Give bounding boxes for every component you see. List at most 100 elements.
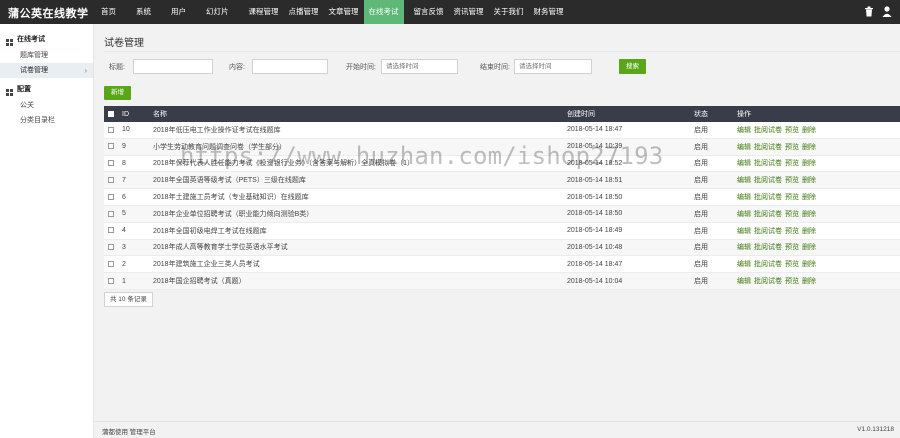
- nav-users[interactable]: 用户: [166, 0, 191, 24]
- row-ops: 编辑 批阅试卷 预览 删除: [737, 209, 897, 219]
- edit-link[interactable]: 编辑: [737, 261, 751, 268]
- version-label: V1.0.131218: [857, 426, 894, 433]
- edit-link[interactable]: 编辑: [737, 244, 751, 251]
- preview-link[interactable]: 预览: [785, 244, 799, 251]
- sidebar-item-public[interactable]: 公关: [0, 98, 93, 113]
- start-time-input[interactable]: [381, 59, 458, 74]
- checkbox-icon: [108, 160, 114, 167]
- row-checkbox[interactable]: [104, 176, 122, 184]
- grade-exam-link[interactable]: 批阅试卷: [754, 194, 782, 201]
- preview-link[interactable]: 预览: [785, 194, 799, 201]
- sidebar-item-label: 公关: [20, 102, 34, 109]
- grade-exam-link[interactable]: 批阅试卷: [754, 278, 782, 285]
- nav-vod[interactable]: 点播管理: [284, 0, 324, 24]
- preview-link[interactable]: 预览: [785, 144, 799, 151]
- edit-link[interactable]: 编辑: [737, 127, 751, 134]
- grade-exam-link[interactable]: 批阅试卷: [754, 244, 782, 251]
- edit-link[interactable]: 编辑: [737, 211, 751, 218]
- title-filter-input[interactable]: [133, 59, 213, 74]
- row-name: 2018年全国英语等级考试（PETS）三级在线题库: [153, 177, 306, 185]
- row-checkbox[interactable]: [104, 193, 122, 201]
- row-checkbox[interactable]: [104, 260, 122, 268]
- table-row: 8 2018年保荐代表人胜任能力考试《投资银行业务》（含答案与解析）全真模拟卷（1…: [104, 155, 900, 173]
- row-status: 启用: [694, 227, 708, 235]
- sidebar-group-label: 在线考试: [17, 36, 45, 43]
- delete-link[interactable]: 删除: [802, 261, 816, 268]
- grade-exam-link[interactable]: 批阅试卷: [754, 127, 782, 134]
- grade-exam-link[interactable]: 批阅试卷: [754, 177, 782, 184]
- delete-link[interactable]: 删除: [802, 177, 816, 184]
- delete-link[interactable]: 删除: [802, 244, 816, 251]
- preview-link[interactable]: 预览: [785, 261, 799, 268]
- preview-link[interactable]: 预览: [785, 228, 799, 235]
- content-filter-input[interactable]: [252, 59, 328, 74]
- checkbox-icon: [108, 143, 114, 150]
- row-status: 启用: [694, 126, 708, 134]
- edit-link[interactable]: 编辑: [737, 160, 751, 167]
- nav-articles[interactable]: 文章管理: [324, 0, 364, 24]
- preview-link[interactable]: 预览: [785, 211, 799, 218]
- delete-link[interactable]: 删除: [802, 160, 816, 167]
- preview-link[interactable]: 预览: [785, 127, 799, 134]
- trash-icon[interactable]: [864, 6, 874, 17]
- edit-link[interactable]: 编辑: [737, 194, 751, 201]
- row-created: 2018-05-14 18:47: [567, 260, 623, 268]
- end-time-input[interactable]: [514, 59, 592, 74]
- title-filter-label: 标题:: [109, 64, 125, 71]
- nav-system[interactable]: 系统: [131, 0, 156, 24]
- delete-link[interactable]: 删除: [802, 211, 816, 218]
- delete-link[interactable]: 删除: [802, 278, 816, 285]
- grade-exam-link[interactable]: 批阅试卷: [754, 160, 782, 167]
- sidebar-item-categories[interactable]: 分类目录栏: [0, 113, 93, 128]
- row-checkbox[interactable]: [104, 160, 122, 167]
- row-ops: 编辑 批阅试卷 预览 删除: [737, 226, 897, 236]
- nav-courses[interactable]: 课程管理: [244, 0, 284, 24]
- delete-link[interactable]: 删除: [802, 127, 816, 134]
- grade-exam-link[interactable]: 批阅试卷: [754, 144, 782, 151]
- nav-about[interactable]: 关于我们: [489, 0, 529, 24]
- row-checkbox[interactable]: [104, 244, 122, 251]
- row-checkbox[interactable]: [104, 210, 122, 217]
- delete-link[interactable]: 删除: [802, 194, 816, 201]
- sidebar-group-online-exam[interactable]: 在线考试: [0, 32, 93, 48]
- nav-news[interactable]: 资讯管理: [449, 0, 489, 24]
- nav-feedback[interactable]: 留言反馈: [409, 0, 449, 24]
- row-checkbox[interactable]: [104, 143, 122, 150]
- nav-home[interactable]: 首页: [96, 0, 121, 24]
- row-id: 9: [122, 143, 126, 151]
- top-navbar: 蒲公英在线教学 首页 系统 用户 幻灯片 课程管理 点播管理 文章管理 在线考试…: [0, 0, 900, 24]
- select-all-checkbox[interactable]: [104, 110, 122, 118]
- row-checkbox[interactable]: [104, 277, 122, 285]
- grade-exam-link[interactable]: 批阅试卷: [754, 261, 782, 268]
- header-status: 状态: [694, 111, 708, 118]
- grade-exam-link[interactable]: 批阅试卷: [754, 228, 782, 235]
- row-checkbox[interactable]: [104, 126, 122, 133]
- divider: [104, 51, 900, 52]
- checkbox-icon: [108, 277, 114, 284]
- row-name: 2018年企业单位招聘考试（职业能力倾向测验B类）: [153, 210, 314, 218]
- edit-link[interactable]: 编辑: [737, 144, 751, 151]
- edit-link[interactable]: 编辑: [737, 228, 751, 235]
- sidebar-group-config[interactable]: 配置: [0, 82, 93, 98]
- edit-link[interactable]: 编辑: [737, 177, 751, 184]
- preview-link[interactable]: 预览: [785, 278, 799, 285]
- sidebar-item-exam-papers[interactable]: 试卷管理 ›: [0, 63, 93, 78]
- user-icon[interactable]: [882, 6, 892, 17]
- delete-link[interactable]: 删除: [802, 144, 816, 151]
- row-status: 启用: [694, 194, 708, 202]
- row-name: 小学生劳动教育问题调查问卷（学生部分）: [153, 143, 286, 151]
- sidebar-item-label: 分类目录栏: [20, 117, 55, 124]
- row-checkbox[interactable]: [104, 227, 122, 234]
- preview-link[interactable]: 预览: [785, 177, 799, 184]
- nav-slides[interactable]: 幻灯片: [201, 0, 234, 24]
- sidebar-item-question-bank[interactable]: 题库管理: [0, 48, 93, 63]
- row-id: 1: [122, 277, 126, 285]
- preview-link[interactable]: 预览: [785, 160, 799, 167]
- add-button[interactable]: 新增: [104, 86, 131, 100]
- nav-online-exam[interactable]: 在线考试: [363, 0, 404, 24]
- search-button[interactable]: 搜索: [619, 59, 646, 74]
- edit-link[interactable]: 编辑: [737, 278, 751, 285]
- delete-link[interactable]: 删除: [802, 228, 816, 235]
- grade-exam-link[interactable]: 批阅试卷: [754, 211, 782, 218]
- nav-finance[interactable]: 财务管理: [529, 0, 569, 24]
